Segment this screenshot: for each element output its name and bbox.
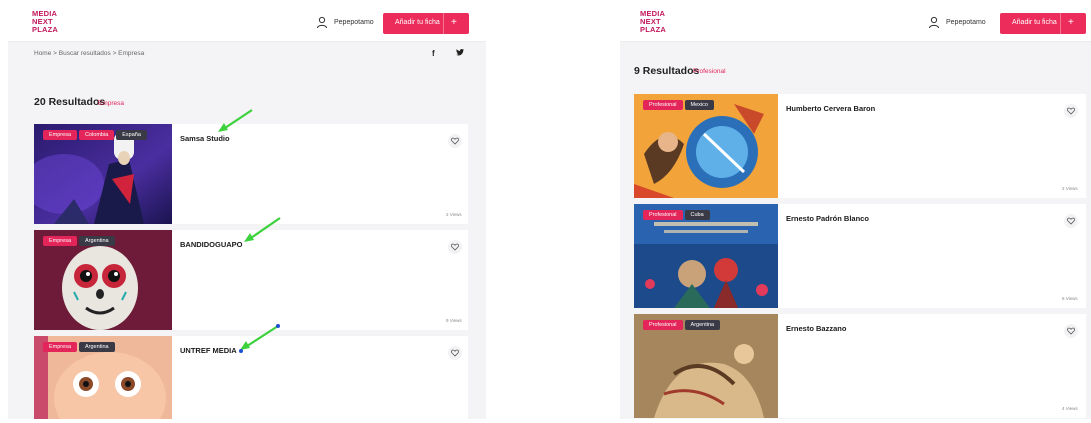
card-thumbnail-ernesto-padron[interactable]: Profesional Cuba [634, 204, 778, 308]
card-thumbnail-humberto[interactable]: Profesional Mexico [634, 94, 778, 198]
card-thumbnail-bandidoguapo[interactable]: Empresa Argentina [34, 230, 172, 330]
logo-line-3: PLAZA [32, 25, 58, 34]
card-title[interactable]: Ernesto Bazzano [786, 324, 846, 333]
user-icon[interactable] [316, 16, 328, 29]
card-tags: Profesional Cuba [643, 210, 710, 220]
result-card[interactable]: Profesional Mexico Humberto Cervera Baro… [634, 94, 1086, 198]
add-listing-label: Añadir tu ficha [1012, 19, 1057, 26]
views-count: 2 Views [1062, 186, 1078, 191]
right-screenshot-panel: MEDIA NEXT PLAZA Pepepotamo Añadir tu fi… [620, 4, 1091, 419]
breadcrumb[interactable]: Home > Buscar resultados > Empresa [34, 50, 144, 57]
result-card[interactable]: Profesional Argentina Ernesto Bazzano 4 … [634, 314, 1086, 418]
button-divider [1060, 13, 1061, 34]
site-header: MEDIA NEXT PLAZA Pepepotamo Añadir tu fi… [620, 4, 1091, 42]
card-thumbnail-untref[interactable]: Empresa Argentina [34, 336, 172, 419]
site-header: MEDIA NEXT PLAZA Pepepotamo Añadir tu fi… [8, 4, 486, 42]
tag-country[interactable]: Argentina [79, 342, 115, 352]
card-tags: Profesional Mexico [643, 100, 714, 110]
card-title[interactable]: Ernesto Padrón Blanco [786, 214, 869, 223]
result-card[interactable]: Empresa Argentina BANDIDOGUAPO 9 Views [34, 230, 468, 330]
button-divider [443, 13, 444, 34]
card-tags: Empresa Argentina [43, 342, 115, 352]
card-title[interactable]: UNTREF MEDIA [180, 346, 237, 355]
card-tags: Empresa Colombia España [43, 130, 147, 140]
twitter-icon[interactable] [456, 49, 464, 58]
result-card[interactable]: Empresa Colombia España Samsa Studio 2 V… [34, 124, 468, 224]
tag-type[interactable]: Empresa [43, 342, 78, 352]
card-thumbnail-ernesto-bazzano[interactable]: Profesional Argentina [634, 314, 778, 418]
favorite-heart-icon[interactable] [448, 240, 462, 254]
views-count: 9 Views [446, 318, 462, 323]
favorite-heart-icon[interactable] [1064, 104, 1078, 118]
logo-line-3: PLAZA [640, 25, 666, 34]
card-title[interactable]: Samsa Studio [180, 134, 230, 143]
views-count: 4 Views [1062, 406, 1078, 411]
results-filter-label: Profesional [693, 68, 726, 75]
views-count: 2 Views [446, 212, 462, 217]
add-listing-button[interactable]: Añadir tu ficha + [1000, 13, 1086, 34]
tag-country[interactable]: Mexico [684, 100, 714, 110]
username-link[interactable]: Pepepotamo [334, 19, 374, 26]
tag-type[interactable]: Empresa [43, 130, 78, 140]
facebook-icon[interactable]: f [432, 49, 435, 58]
plus-icon: + [451, 17, 457, 28]
favorite-heart-icon[interactable] [448, 134, 462, 148]
username-link[interactable]: Pepepotamo [946, 19, 986, 26]
tag-country[interactable]: Argentina [79, 236, 115, 246]
tag-country[interactable]: España [116, 130, 147, 140]
plus-icon: + [1068, 17, 1074, 28]
results-count: 9 Resultados [634, 65, 700, 77]
site-logo[interactable]: MEDIA NEXT PLAZA [640, 10, 684, 36]
card-title[interactable]: BANDIDOGUAPO [180, 240, 243, 249]
left-screenshot-panel: MEDIA NEXT PLAZA Pepepotamo Añadir tu fi… [8, 4, 486, 419]
add-listing-button[interactable]: Añadir tu ficha + [383, 13, 469, 34]
card-tags: Empresa Argentina [43, 236, 115, 246]
add-listing-label: Añadir tu ficha [395, 19, 440, 26]
tag-country[interactable]: Argentina [684, 320, 721, 330]
views-count: 6 Views [1062, 296, 1078, 301]
tag-type[interactable]: Profesional [643, 320, 683, 330]
result-card[interactable]: Profesional Cuba Ernesto Padrón Blanco 6… [634, 204, 1086, 308]
tag-type[interactable]: Profesional [643, 100, 683, 110]
favorite-heart-icon[interactable] [448, 346, 462, 360]
favorite-heart-icon[interactable] [1064, 214, 1078, 228]
card-tags: Profesional Argentina [643, 320, 721, 330]
result-card[interactable]: Empresa Argentina UNTREF MEDIA [34, 336, 468, 419]
card-thumbnail-samsa[interactable]: Empresa Colombia España [34, 124, 172, 224]
results-count: 20 Resultados [34, 96, 106, 108]
tag-type[interactable]: Empresa [43, 236, 78, 246]
tag-country[interactable]: Colombia [79, 130, 115, 140]
tag-type[interactable]: Profesional [643, 210, 683, 220]
card-title[interactable]: Humberto Cervera Baron [786, 104, 875, 113]
site-logo[interactable]: MEDIA NEXT PLAZA [32, 10, 76, 36]
results-filter-label: Empresa [98, 100, 125, 107]
favorite-heart-icon[interactable] [1064, 324, 1078, 338]
user-icon[interactable] [928, 16, 940, 29]
tag-country[interactable]: Cuba [684, 210, 710, 220]
